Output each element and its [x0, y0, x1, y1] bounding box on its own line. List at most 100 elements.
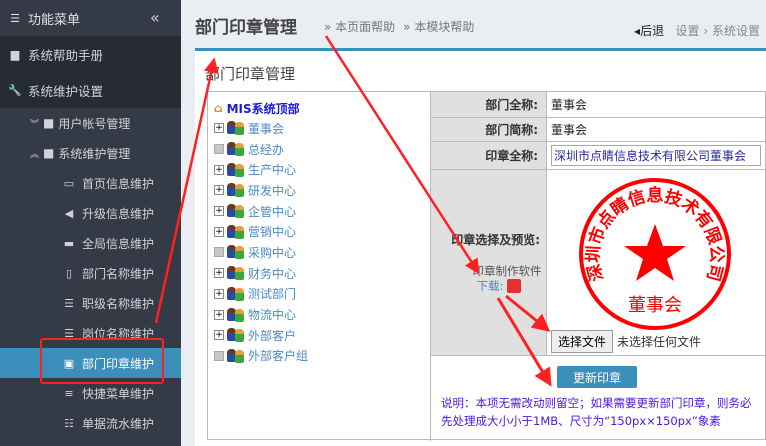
sidebar-item-label: 快捷菜单维护: [82, 386, 155, 401]
sidebar-item-4[interactable]: ☰ 职级名称维护: [0, 288, 181, 318]
sidebar-item-help[interactable]: ▆ 系统帮助手册: [0, 36, 181, 72]
users-icon: [227, 286, 245, 301]
sidebar-group-label: 用户帐号管理: [58, 116, 131, 131]
users-icon: [227, 162, 245, 177]
users-icon: [227, 266, 245, 281]
users-icon: [227, 328, 245, 343]
seal-name-label: 印章全称:: [430, 142, 546, 170]
full-name-label: 部门全称:: [430, 92, 546, 118]
sidebar-item-0[interactable]: ▭ 首页信息维护: [0, 168, 181, 198]
list-ol-icon: ☷: [64, 416, 74, 430]
sidebar-item-5[interactable]: ☰ 岗位名称维护: [0, 318, 181, 348]
seal-form-table: ⌂ MIS系统顶部 + 董事会 总经办 + 生产中心 + 研发中心 + 企管中心 + 营销中心 采购中心…: [207, 91, 766, 441]
expand-icon[interactable]: +: [214, 185, 224, 196]
users-icon: [227, 142, 245, 157]
tree-node-label: 研发中心: [248, 183, 297, 198]
breadcrumb: ◂后退 设置 › 系统设置: [634, 24, 760, 38]
expand-icon[interactable]: +: [214, 330, 224, 341]
sidebar-item-1[interactable]: ◀ 升级信息维护: [0, 198, 181, 228]
download-link[interactable]: 下载:: [477, 278, 504, 294]
tree-node[interactable]: 总经办: [214, 139, 430, 160]
page-header: 部门印章管理 » 本页面帮助 » 本模块帮助 ◂后退 设置 › 系统设置: [195, 0, 766, 50]
home-icon: ⌂: [214, 101, 223, 115]
leaf-icon: [214, 247, 224, 258]
update-seal-button[interactable]: 更新印章: [557, 366, 637, 388]
tree-node[interactable]: 外部客户组: [214, 346, 430, 367]
crumb-system-settings[interactable]: 系统设置: [712, 24, 760, 38]
tree-node[interactable]: + 物流中心: [214, 304, 430, 325]
tree-node[interactable]: + 外部客户: [214, 325, 430, 346]
page-help-link[interactable]: » 本页面帮助: [324, 20, 395, 34]
tree-node[interactable]: + 营销中心: [214, 221, 430, 242]
users-icon: [227, 204, 245, 219]
expand-icon[interactable]: +: [214, 309, 224, 320]
sidebar-group-accounts[interactable]: ︾ ■ 用户帐号管理: [0, 108, 181, 138]
tree-node-label: 营销中心: [248, 225, 297, 240]
wrench-icon: 🔧: [8, 83, 22, 97]
tree-node[interactable]: + 财务中心: [214, 263, 430, 284]
collapse-sidebar-icon[interactable]: «: [150, 8, 160, 27]
tree-root[interactable]: ⌂ MIS系统顶部: [214, 98, 430, 118]
module-help-link[interactable]: » 本模块帮助: [403, 20, 474, 34]
tree-node[interactable]: + 测试部门: [214, 284, 430, 305]
sidebar-item-label: 部门印章维护: [82, 356, 155, 371]
folder-icon: ■: [43, 146, 55, 160]
tree-node-label: 外部客户: [248, 328, 297, 343]
users-icon: [227, 183, 245, 198]
crumb-settings[interactable]: 设置: [676, 24, 700, 38]
monitor-icon: ▭: [63, 176, 75, 190]
tree-node-label: 总经办: [248, 142, 285, 157]
sidebar-group-label: 系统维护管理: [58, 146, 131, 161]
sidebar-item-3[interactable]: ▯ 部门名称维护: [0, 258, 181, 288]
expand-icon[interactable]: +: [214, 226, 224, 237]
sidebar-item-label: 单据流水维护: [82, 416, 155, 431]
sidebar-item-label: 全局信息维护: [82, 236, 155, 251]
expand-icon[interactable]: +: [214, 288, 224, 299]
tree-node-label: 董事会: [248, 121, 285, 136]
tree-node[interactable]: + 生产中心: [214, 159, 430, 180]
seal-preview-label: 印章选择及预览:: [451, 233, 540, 247]
tree-node-label: 测试部门: [248, 287, 297, 302]
tree-node-label: 物流中心: [248, 308, 297, 323]
sidebar-item-label: 首页信息维护: [82, 176, 155, 191]
folder-icon: ■: [43, 116, 55, 130]
users-icon: [227, 121, 245, 136]
full-name-value: 董事会: [546, 92, 766, 118]
tree-node[interactable]: + 董事会: [214, 118, 430, 139]
tree-node-label: 采购中心: [248, 245, 297, 260]
sidebar-item-maintenance[interactable]: 🔧 系统维护设置: [0, 72, 181, 108]
expand-icon[interactable]: +: [214, 164, 224, 175]
save-disk-icon[interactable]: [507, 279, 522, 293]
sidebar-item-7[interactable]: ≡ 快捷菜单维护: [0, 378, 181, 408]
users-icon: [227, 307, 245, 322]
sidebar-item-2[interactable]: ▬ 全局信息维护: [0, 228, 181, 258]
list-icon: ☰: [64, 326, 74, 340]
sidebar-item-6[interactable]: ▣ 部门印章维护: [0, 348, 181, 378]
chevron-up-icon: ︽: [30, 149, 40, 160]
users-icon: [227, 224, 245, 239]
users-icon: [227, 348, 245, 363]
panel-title: 部门印章管理: [205, 65, 296, 83]
main-panel: 部门印章管理 ⌂ MIS系统顶部 + 董事会 总经办 + 生产中心 + 研发中心 + 企管中心 + 营…: [195, 48, 766, 446]
choose-file-button[interactable]: 选择文件: [551, 330, 614, 353]
expand-icon[interactable]: +: [214, 206, 224, 217]
tree-node-label: 财务中心: [248, 266, 297, 281]
back-link[interactable]: ◂后退: [634, 24, 664, 38]
megaphone-icon: ◀: [64, 206, 74, 220]
list-icon: ☰: [64, 296, 74, 310]
sidebar-item-8[interactable]: ☷ 单据流水维护: [0, 408, 181, 438]
page-title: 部门印章管理: [195, 18, 297, 38]
expand-icon[interactable]: +: [214, 123, 224, 134]
building-icon: ▯: [65, 266, 73, 280]
menu-icon: ☰: [10, 11, 20, 25]
tree-node[interactable]: 采购中心: [214, 242, 430, 263]
seal-name-input[interactable]: [551, 145, 761, 166]
short-name-value: 董事会: [546, 118, 766, 142]
tree-node[interactable]: + 企管中心: [214, 201, 430, 222]
sidebar-group-system[interactable]: ︽ ■ 系统维护管理: [0, 138, 181, 168]
department-tree: ⌂ MIS系统顶部 + 董事会 总经办 + 生产中心 + 研发中心 + 企管中心 + 营销中心 采购中心…: [208, 92, 430, 441]
sidebar-item-label: 系统维护设置: [28, 83, 104, 99]
tree-node[interactable]: + 研发中心: [214, 180, 430, 201]
chevron-down-icon: ︾: [30, 119, 40, 130]
expand-icon[interactable]: +: [214, 268, 224, 279]
